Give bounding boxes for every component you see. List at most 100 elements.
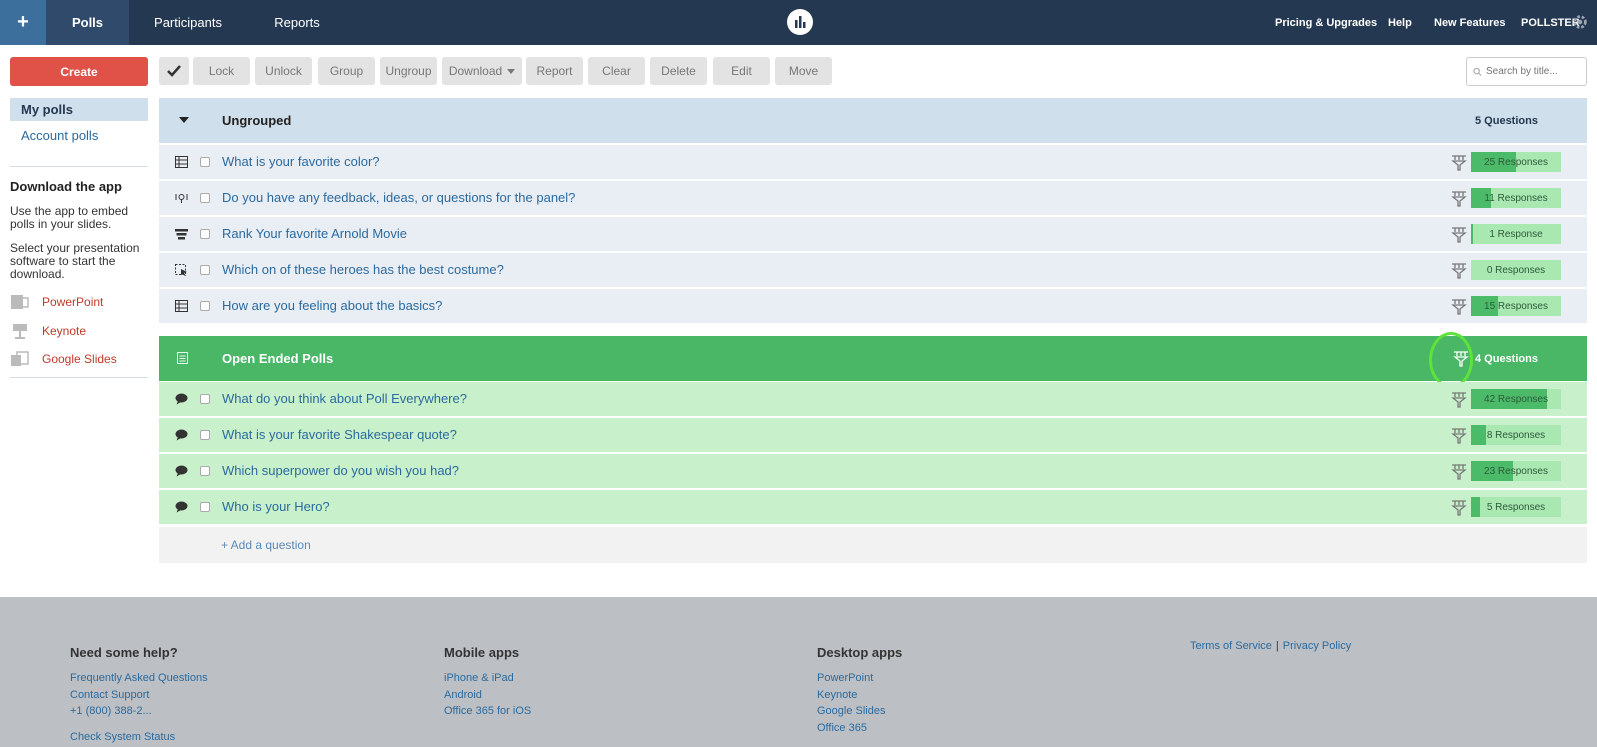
response-count-bar[interactable]: 0 Responses — [1471, 260, 1561, 280]
segmentation-icon[interactable] — [1449, 224, 1469, 244]
tab-polls[interactable]: Polls — [46, 0, 129, 45]
poll-title-link[interactable]: Which superpower do you wish you had? — [222, 463, 459, 478]
poll-checkbox[interactable] — [200, 502, 210, 512]
footer-link-iphone-ipad[interactable]: iPhone & iPad — [444, 670, 531, 687]
poll-everywhere-logo[interactable] — [787, 9, 813, 35]
response-count-bar[interactable]: 23 Responses — [1471, 461, 1561, 481]
segmentation-icon[interactable] — [1449, 152, 1469, 172]
edit-button[interactable]: Edit — [713, 57, 770, 85]
footer-link-faq[interactable]: Frequently Asked Questions — [70, 670, 208, 687]
unlock-button[interactable]: Unlock — [255, 57, 312, 85]
footer-link-powerpoint[interactable]: PowerPoint — [817, 670, 902, 687]
footer-desktop-column: Desktop apps PowerPoint Keynote Google S… — [817, 645, 902, 736]
poll-checkbox[interactable] — [200, 193, 210, 203]
new-features-link[interactable]: New Features — [1434, 0, 1506, 45]
response-count-bar[interactable]: 11 Responses — [1471, 188, 1561, 208]
app-link-google-slides[interactable]: Google Slides — [10, 350, 117, 368]
poll-checkbox[interactable] — [200, 394, 210, 404]
footer-link-system-status[interactable]: Check System Status — [70, 729, 208, 746]
add-question-link[interactable]: + Add a question — [221, 538, 311, 552]
search-input[interactable] — [1486, 66, 1586, 77]
ungroup-button[interactable]: Ungroup — [380, 57, 437, 85]
terms-of-service-link[interactable]: Terms of Service — [1190, 640, 1272, 652]
lock-button[interactable]: Lock — [193, 57, 250, 85]
footer-link-office365[interactable]: Office 365 — [817, 720, 902, 737]
tab-participants[interactable]: Participants — [142, 0, 234, 45]
footer-link-keynote[interactable]: Keynote — [817, 687, 902, 704]
create-button[interactable]: Create — [10, 57, 148, 86]
group-header-open-ended-polls[interactable]: Open Ended Polls 4 Questions — [159, 336, 1587, 381]
poll-checkbox[interactable] — [200, 466, 210, 476]
poll-row[interactable]: Which superpower do you wish you had? 23… — [159, 454, 1587, 488]
poll-row[interactable]: What is your favorite color? 25 Response… — [159, 145, 1587, 179]
download-app-text: Use the app to embed polls in your slide… — [10, 204, 129, 231]
segmentation-icon[interactable] — [1449, 461, 1469, 481]
poll-checkbox[interactable] — [200, 229, 210, 239]
footer-link-google-slides[interactable]: Google Slides — [817, 703, 902, 720]
poll-checkbox[interactable] — [200, 430, 210, 440]
footer-heading: Need some help? — [70, 645, 178, 660]
footer-link-office365-ios[interactable]: Office 365 for iOS — [444, 703, 531, 720]
poll-checkbox[interactable] — [200, 265, 210, 275]
delete-button[interactable]: Delete — [650, 57, 707, 85]
download-dropdown-button[interactable]: Download — [442, 57, 522, 85]
app-link-powerpoint[interactable]: PowerPoint — [10, 293, 103, 311]
clear-button[interactable]: Clear — [588, 57, 645, 85]
poll-row[interactable]: What is your favorite Shakespear quote? … — [159, 418, 1587, 452]
poll-checkbox[interactable] — [200, 157, 210, 167]
footer-link-android[interactable]: Android — [444, 687, 531, 704]
sidebar-divider — [10, 377, 148, 378]
segmentation-icon[interactable] — [1449, 389, 1469, 409]
new-poll-plus-button[interactable]: + — [0, 0, 46, 45]
add-question-row: + Add a question — [159, 527, 1587, 563]
poll-row[interactable]: What do you think about Poll Everywhere?… — [159, 382, 1587, 416]
poll-title-link[interactable]: Who is your Hero? — [222, 499, 330, 514]
response-count-bar[interactable]: 25 Responses — [1471, 152, 1561, 172]
poll-title-link[interactable]: Which on of these heroes has the best co… — [222, 262, 504, 277]
poll-row[interactable]: Who is your Hero? 5 Responses — [159, 490, 1587, 524]
sidebar-item-my-polls[interactable]: My polls — [10, 98, 148, 121]
poll-title-link[interactable]: How are you feeling about the basics? — [222, 298, 442, 313]
move-button[interactable]: Move — [775, 57, 832, 85]
app-link-keynote[interactable]: Keynote — [10, 322, 86, 340]
segmentation-icon[interactable] — [1449, 188, 1469, 208]
poll-title-link[interactable]: What is your favorite Shakespear quote? — [222, 427, 457, 442]
tab-reports[interactable]: Reports — [262, 0, 332, 45]
footer-link-phone[interactable]: +1 (800) 388-2... — [70, 703, 208, 720]
segmentation-icon[interactable] — [1449, 425, 1469, 445]
sidebar-item-account-polls[interactable]: Account polls — [10, 124, 148, 147]
bar-chart-icon — [175, 156, 188, 168]
response-count-bar[interactable]: 5 Responses — [1471, 497, 1561, 517]
segmentation-icon[interactable] — [1449, 497, 1469, 517]
group-button[interactable]: Group — [318, 57, 375, 85]
response-count-bar[interactable]: 42 Responses — [1471, 389, 1561, 409]
search-field[interactable] — [1466, 57, 1587, 86]
pricing-upgrades-link[interactable]: Pricing & Upgrades — [1275, 0, 1377, 45]
poll-checkbox[interactable] — [200, 301, 210, 311]
response-count-bar[interactable]: 1 Response — [1471, 224, 1561, 244]
privacy-policy-link[interactable]: Privacy Policy — [1283, 640, 1351, 652]
poll-title-link[interactable]: Rank Your favorite Arnold Movie — [222, 226, 407, 241]
speech-bubble-icon — [175, 465, 188, 477]
poll-title-link[interactable]: What do you think about Poll Everywhere? — [222, 391, 467, 406]
select-all-button[interactable] — [159, 57, 189, 85]
segmentation-icon[interactable] — [1449, 260, 1469, 280]
response-count-bar[interactable]: 8 Responses — [1471, 425, 1561, 445]
group-header-ungrouped[interactable]: Ungrouped 5 Questions — [159, 98, 1587, 143]
gear-icon[interactable] — [1571, 13, 1589, 31]
help-link[interactable]: Help — [1388, 0, 1412, 45]
poll-title-link[interactable]: What is your favorite color? — [222, 154, 380, 169]
poll-row[interactable]: How are you feeling about the basics? 15… — [159, 289, 1587, 323]
response-count-bar[interactable]: 15 Responses — [1471, 296, 1561, 316]
poll-row[interactable]: Which on of these heroes has the best co… — [159, 253, 1587, 287]
poll-title-link[interactable]: Do you have any feedback, ideas, or ques… — [222, 190, 575, 205]
poll-row[interactable]: Do you have any feedback, ideas, or ques… — [159, 181, 1587, 215]
footer-mobile-column: Mobile apps iPhone & iPad Android Office… — [444, 645, 531, 720]
footer-link-contact-support[interactable]: Contact Support — [70, 687, 208, 704]
logo-icon — [795, 16, 806, 28]
collapse-triangle-icon[interactable] — [179, 117, 189, 124]
poll-row[interactable]: Rank Your favorite Arnold Movie 1 Respon… — [159, 217, 1587, 251]
footer-heading: Mobile apps — [444, 645, 520, 660]
report-button[interactable]: Report — [526, 57, 583, 85]
segmentation-icon[interactable] — [1449, 296, 1469, 316]
